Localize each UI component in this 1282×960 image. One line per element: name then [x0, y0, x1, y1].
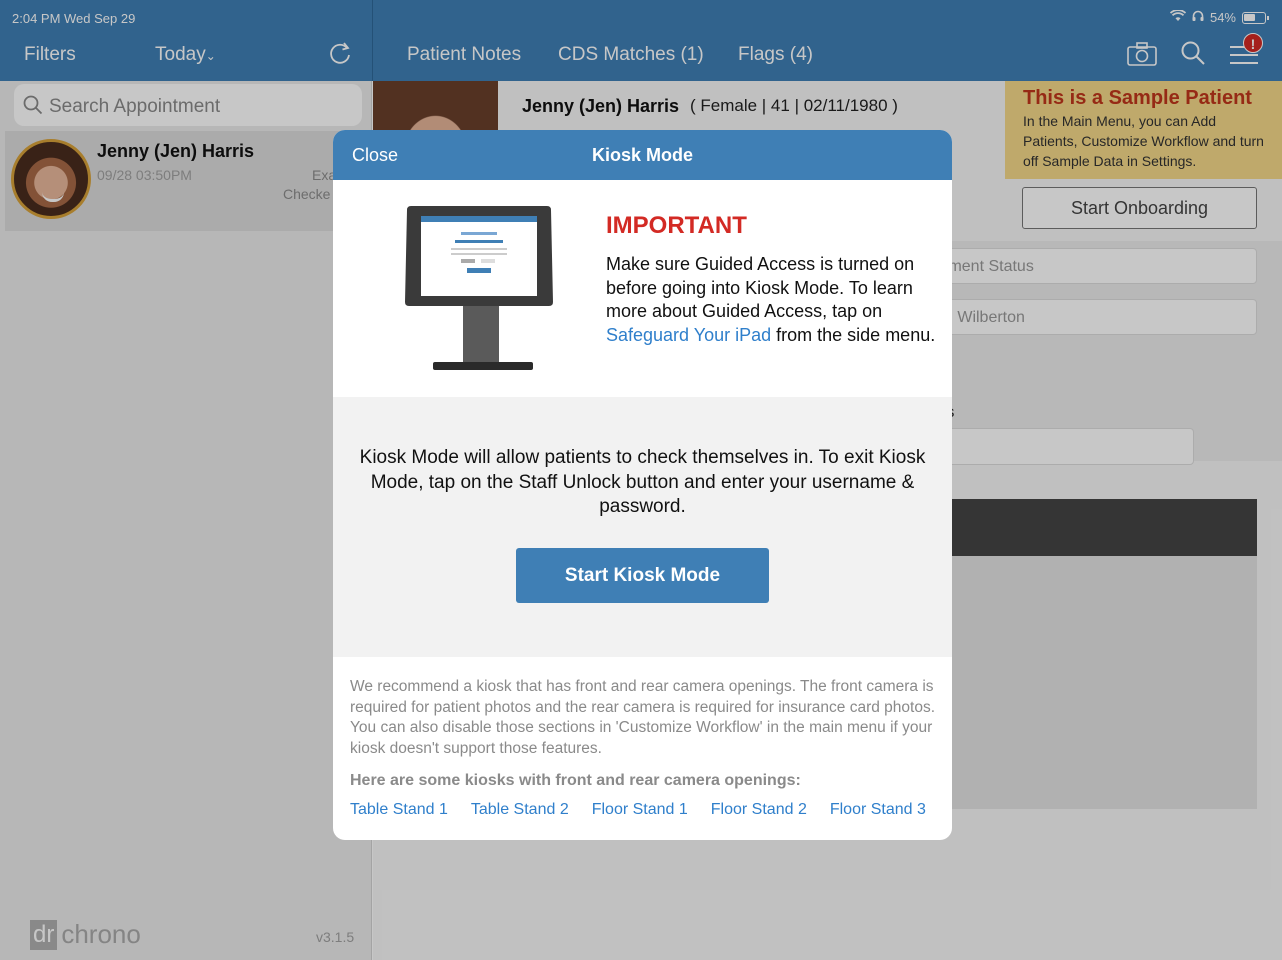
important-heading: IMPORTANT — [606, 212, 747, 239]
dialog-title: Kiosk Mode — [591, 145, 693, 165]
kiosk-mode-dialog: Close Kiosk Mode IMPORTANT Make sure Gui… — [333, 130, 952, 840]
start-kiosk-mode-button[interactable]: Start Kiosk Mode — [516, 548, 769, 603]
kiosk-instructions: Kiosk Mode will allow patients to check … — [359, 447, 926, 517]
floor-stand-3-link[interactable]: Floor Stand 3 — [830, 801, 926, 819]
dialog-header: Close Kiosk Mode — [333, 130, 952, 180]
kiosk-stand-icon — [405, 206, 553, 370]
guided-access-text-end: from the side menu. — [771, 324, 936, 345]
table-stand-1-link[interactable]: Table Stand 1 — [350, 801, 448, 819]
kiosk-list-heading: Here are some kiosks with front and rear… — [350, 772, 801, 789]
guided-access-note: Make sure Guided Access is turned on bef… — [606, 253, 936, 347]
floor-stand-1-link[interactable]: Floor Stand 1 — [592, 801, 688, 819]
table-stand-2-link[interactable]: Table Stand 2 — [471, 801, 569, 819]
safeguard-ipad-link[interactable]: Safeguard Your iPad — [606, 325, 771, 345]
guided-access-text: Make sure Guided Access is turned on bef… — [606, 254, 915, 321]
kiosk-recommendation: We recommend a kiosk that has front and … — [350, 678, 936, 757]
kiosk-stand-links: Table Stand 1 Table Stand 2 Floor Stand … — [350, 801, 926, 819]
floor-stand-2-link[interactable]: Floor Stand 2 — [711, 801, 807, 819]
kiosk-instructions-section: Kiosk Mode will allow patients to check … — [333, 397, 952, 657]
